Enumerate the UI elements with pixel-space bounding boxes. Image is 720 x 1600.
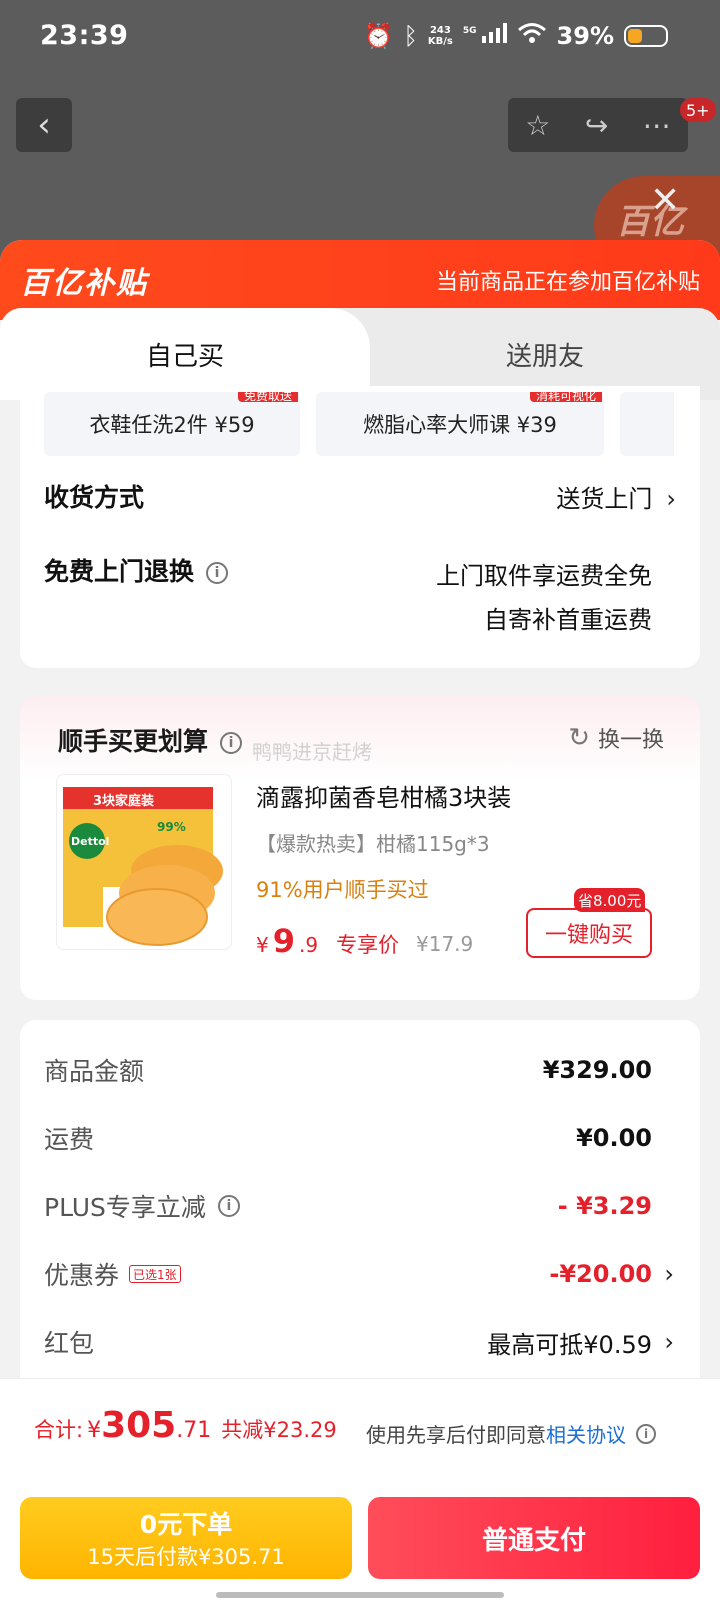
delivery-method-label: 收货方式 [44, 483, 145, 512]
service-chip-more[interactable] [620, 392, 674, 456]
original-price: ¥17.9 [416, 932, 474, 956]
more-icon[interactable]: ⋯ [643, 109, 671, 142]
signal-icon [481, 22, 507, 50]
product-image-pack-text: 3块家庭装 [93, 793, 154, 809]
network-speed: 243 KB/s [427, 25, 453, 47]
quick-buy-button[interactable]: 一键购买 [526, 908, 652, 958]
battery-icon [624, 25, 668, 47]
fee-row-plus: PLUS专享立减 i - ¥3.29 [44, 1192, 652, 1222]
total-reduction: 共减¥23.29 [221, 1418, 337, 1442]
normal-pay-button[interactable]: 普通支付 [368, 1497, 700, 1579]
redpacket-value: 最高可抵¥0.59 [487, 1330, 652, 1359]
service-chip-course[interactable]: 燃脂心率大师课 ¥39 消耗可视化 [316, 392, 604, 456]
recommend-title: 顺手买更划算 [58, 727, 209, 756]
product-image-pct-text: 99% [157, 820, 186, 834]
agreement-note: 使用先享后付即同意 相关协议 i [366, 1419, 656, 1448]
top-actions: ☆ ↪ ⋯ [508, 98, 688, 152]
price-label: 专享价 [336, 933, 400, 957]
subsidy-brand: 百亿补贴 [20, 266, 148, 301]
product-buy-rate: 91%用户顺手买过 [256, 878, 429, 902]
close-icon[interactable]: ✕ [650, 180, 680, 221]
home-indicator[interactable] [216, 1592, 504, 1598]
chevron-left-icon: ‹ [37, 105, 51, 145]
plus-discount: - ¥3.29 [557, 1192, 652, 1220]
refresh-icon: ↻ [568, 723, 590, 753]
back-button[interactable]: ‹ [16, 98, 72, 152]
status-bar: 23:39 ⏰ ᛒ 243 KB/s 5G 39% [0, 0, 720, 78]
product-image[interactable]: 3块家庭装 Dettol 99% [56, 774, 232, 950]
agreement-link[interactable]: 相关协议 [546, 1419, 626, 1448]
info-icon[interactable]: i [220, 732, 243, 754]
info-icon[interactable]: i [217, 1195, 240, 1217]
save-tag: 省8.00元 [574, 888, 646, 912]
bluetooth-icon: ᛒ [403, 22, 418, 50]
swap-button[interactable]: ↻ 换一换 [568, 722, 664, 754]
delivery-card: 衣鞋任洗2件 ¥59 免费取送 燃脂心率大师课 ¥39 消耗可视化 收货方式 送… [20, 386, 700, 668]
chevron-right-icon[interactable]: › [664, 1328, 674, 1356]
goods-amount: ¥329.00 [542, 1056, 652, 1084]
chevron-right-icon[interactable]: › [664, 1260, 674, 1288]
product-spec: 【爆款热卖】柑橘115g*3 [256, 832, 490, 856]
battery-percent: 39% [556, 22, 614, 50]
wifi-icon [517, 22, 547, 50]
message-badge: 5+ [680, 98, 716, 122]
service-tag: 消耗可视化 [529, 392, 602, 402]
info-icon[interactable]: i [636, 1423, 656, 1444]
coupon-selected-tag: 已选1张 [129, 1265, 181, 1283]
watermark: 鸭鸭进京赶烤 [252, 740, 372, 764]
product-image-brand-text: Dettol [71, 835, 109, 848]
service-chip-laundry[interactable]: 衣鞋任洗2件 ¥59 免费取送 [44, 392, 300, 456]
fee-row-shipping: 运费 ¥0.00 [44, 1124, 652, 1154]
service-tag: 免费取送 [237, 392, 298, 402]
fee-summary-card: 商品金额 ¥329.00 运费 ¥0.00 PLUS专享立减 i - ¥3.29 … [20, 1020, 700, 1420]
delivery-method-value: 送货上门 [556, 484, 653, 513]
free-return-line1: 上门取件享运费全免 [436, 562, 652, 590]
free-return-details: 上门取件享运费全免 自寄补首重运费 [436, 554, 652, 642]
fee-row-redpacket[interactable]: 红包 最高可抵¥0.59 [44, 1322, 652, 1362]
pay-later-button[interactable]: 0元下单 15天后付款¥305.71 [20, 1497, 352, 1579]
order-total: 合计: ¥305.71 共减¥23.29 [34, 1405, 337, 1446]
checkout-bottom-bar: 合计: ¥305.71 共减¥23.29 使用先享后付即同意 相关协议 i 0元… [0, 1378, 720, 1600]
share-icon[interactable]: ↪ [585, 109, 608, 142]
fee-row-coupon[interactable]: 优惠券 已选1张 -¥20.00 [44, 1254, 652, 1294]
chevron-right-icon: › [666, 484, 676, 513]
delivery-method-row[interactable]: 收货方式 送货上门 › [44, 478, 676, 514]
free-return-label: 免费上门退换 [44, 557, 195, 586]
subsidy-note: 当前商品正在参加百亿补贴 [435, 270, 700, 295]
product-price: ¥9.9 专享价 [256, 922, 400, 960]
star-icon[interactable]: ☆ [525, 109, 550, 142]
service-chips: 衣鞋任洗2件 ¥59 免费取送 燃脂心率大师课 ¥39 消耗可视化 [44, 392, 674, 458]
info-icon[interactable]: i [206, 562, 229, 584]
clock: 23:39 [40, 20, 129, 51]
status-icons: ⏰ ᛒ 243 KB/s 5G 39% [364, 22, 668, 50]
network-type: 5G [462, 26, 477, 36]
alarm-icon: ⏰ [363, 22, 394, 50]
coupon-discount: -¥20.00 [549, 1260, 652, 1288]
free-return-line2: 自寄补首重运费 [484, 606, 652, 634]
product-name[interactable]: 滴露抑菌香皂柑橘3块装 [256, 778, 511, 813]
fee-row-goods: 商品金额 ¥329.00 [44, 1056, 652, 1086]
recommend-card: 顺手买更划算 i 鸭鸭进京赶烤 ↻ 换一换 3块家庭装 Dettol 99% 滴露… [20, 696, 700, 1000]
shipping-fee: ¥0.00 [576, 1124, 652, 1152]
